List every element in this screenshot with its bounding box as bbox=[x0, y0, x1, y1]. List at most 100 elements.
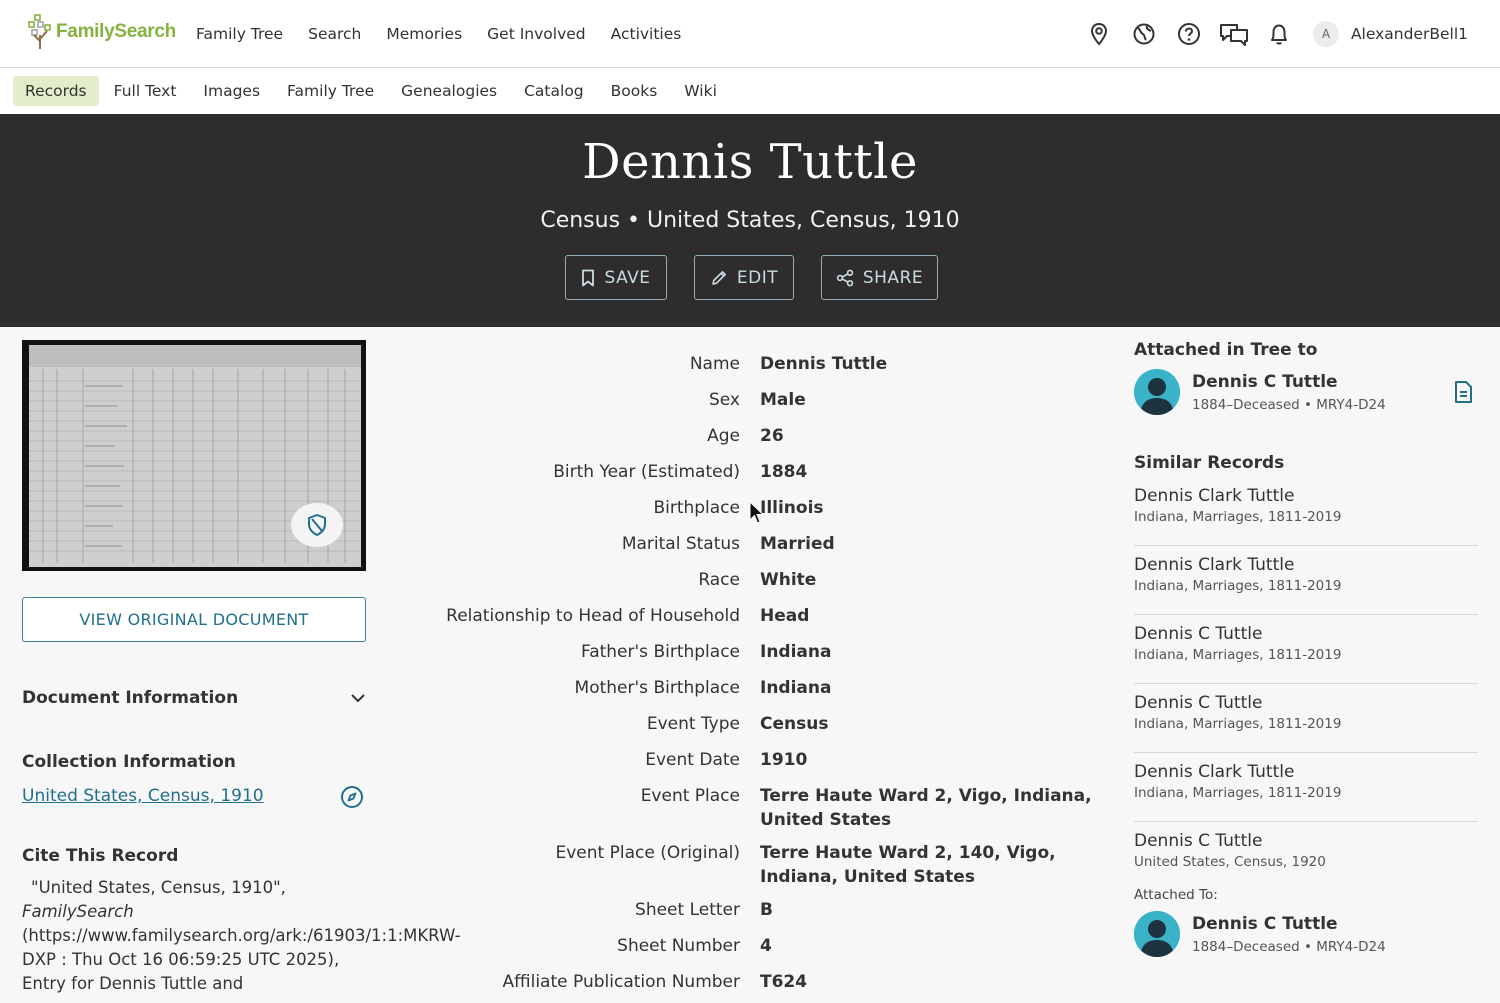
person-avatar bbox=[1134, 911, 1180, 957]
bell-icon[interactable] bbox=[1264, 19, 1294, 49]
nav-family-tree[interactable]: Family Tree bbox=[196, 25, 283, 43]
similar-record-meta: Indiana, Marriages, 1811-2019 bbox=[1134, 716, 1342, 732]
field-value: Married bbox=[760, 534, 835, 554]
share-label: SHARE bbox=[862, 267, 924, 288]
field-value: Indiana bbox=[760, 642, 832, 662]
records-subnav: Records Full Text Images Family Tree Gen… bbox=[0, 68, 1500, 114]
subnav-images[interactable]: Images bbox=[191, 76, 272, 106]
field-label: Race bbox=[698, 570, 740, 590]
user-avatar[interactable]: A bbox=[1312, 21, 1339, 47]
field-label: Birthplace bbox=[653, 498, 740, 518]
attached-person-meta: 1884–Deceased • MRY4-D24 bbox=[1192, 396, 1386, 413]
similar-record-name[interactable]: Dennis C Tuttle bbox=[1134, 624, 1478, 644]
attached-person-name[interactable]: Dennis C Tuttle bbox=[1192, 372, 1386, 392]
field-value: Census bbox=[760, 714, 829, 734]
nav-get-involved[interactable]: Get Involved bbox=[487, 25, 585, 43]
subnav-full-text[interactable]: Full Text bbox=[102, 76, 189, 106]
subnav-wiki[interactable]: Wiki bbox=[672, 76, 729, 106]
location-pin-icon[interactable] bbox=[1084, 19, 1114, 49]
similar-record-item[interactable]: Dennis Clark Tuttle Indiana, Marriages, … bbox=[1134, 753, 1478, 822]
restricted-badge[interactable] bbox=[291, 503, 343, 547]
subnav-genealogies[interactable]: Genealogies bbox=[389, 76, 509, 106]
field-value: B bbox=[760, 900, 773, 920]
subnav-family-tree[interactable]: Family Tree bbox=[275, 76, 386, 106]
field-value: 1884 bbox=[760, 462, 808, 482]
subnav-books[interactable]: Books bbox=[599, 76, 670, 106]
attached-to-person-card[interactable]: Dennis C Tuttle 1884–Deceased • MRY4-D24 bbox=[1134, 911, 1478, 957]
person-info: Dennis C Tuttle 1884–Deceased • MRY4-D24 bbox=[1192, 372, 1386, 413]
field-label: Event Place bbox=[640, 786, 740, 806]
nav-search[interactable]: Search bbox=[308, 25, 361, 43]
chevron-down-icon bbox=[351, 694, 365, 703]
record-title: Dennis Tuttle bbox=[582, 134, 918, 190]
person-record-icon[interactable] bbox=[1452, 380, 1474, 408]
similar-record-name[interactable]: Dennis C Tuttle bbox=[1134, 831, 1478, 851]
similar-record-item[interactable]: Dennis C Tuttle Indiana, Marriages, 1811… bbox=[1134, 615, 1478, 684]
field-value: T624 bbox=[760, 972, 808, 992]
similar-record-item[interactable]: Dennis C Tuttle Indiana, Marriages, 1811… bbox=[1134, 684, 1478, 753]
field-value: Head bbox=[760, 606, 810, 626]
pencil-icon bbox=[712, 270, 726, 285]
edit-button[interactable]: EDIT bbox=[694, 255, 794, 300]
collection-link[interactable]: United States, Census, 1910 bbox=[22, 786, 264, 806]
bookmark-icon bbox=[582, 269, 595, 286]
username[interactable]: AlexanderBell1 bbox=[1351, 25, 1468, 43]
person-avatar bbox=[1134, 369, 1180, 415]
view-original-document-button[interactable]: VIEW ORIGINAL DOCUMENT bbox=[22, 597, 366, 642]
citation-text: "United States, Census, 1910", FamilySea… bbox=[22, 876, 461, 996]
field-label: Birth Year (Estimated) bbox=[553, 462, 740, 482]
attached-person-card[interactable]: Dennis C Tuttle 1884–Deceased • MRY4-D24 bbox=[1134, 369, 1478, 415]
nav-memories[interactable]: Memories bbox=[386, 25, 462, 43]
record-image-thumbnail[interactable] bbox=[22, 340, 366, 571]
male-silhouette-icon bbox=[1134, 369, 1180, 415]
citation-source: FamilySearch bbox=[22, 902, 134, 921]
field-value: White bbox=[760, 570, 817, 590]
male-silhouette-icon bbox=[1134, 911, 1180, 957]
main-nav: Family Tree Search Memories Get Involved… bbox=[196, 0, 706, 68]
field-value: Terre Haute Ward 2, 140, Vigo, Indiana, … bbox=[760, 843, 1056, 887]
citation-line-1: "United States, Census, 1910", bbox=[31, 878, 286, 897]
similar-record-item[interactable]: Dennis Clark Tuttle Indiana, Marriages, … bbox=[1134, 546, 1478, 615]
subnav-records[interactable]: Records bbox=[13, 76, 99, 106]
field-label: Mother's Birthplace bbox=[574, 678, 740, 698]
share-button[interactable]: SHARE bbox=[821, 255, 938, 300]
document-information-heading: Document Information bbox=[22, 688, 239, 708]
edit-label: EDIT bbox=[736, 267, 779, 288]
similar-records-list: Dennis Clark Tuttle Indiana, Marriages, … bbox=[1134, 477, 1478, 891]
document-information-toggle[interactable]: Document Information bbox=[22, 686, 366, 710]
similar-record-meta: Indiana, Marriages, 1811-2019 bbox=[1134, 647, 1342, 663]
field-label: Relationship to Head of Household bbox=[446, 606, 740, 626]
field-value: Dennis Tuttle bbox=[760, 354, 888, 374]
attached-to-person-meta: 1884–Deceased • MRY4-D24 bbox=[1192, 938, 1386, 955]
globe-icon[interactable] bbox=[1129, 19, 1159, 49]
similar-record-meta: Indiana, Marriages, 1811-2019 bbox=[1134, 509, 1342, 525]
field-value: 4 bbox=[760, 936, 772, 956]
subnav-catalog[interactable]: Catalog bbox=[512, 76, 596, 106]
similar-records-heading: Similar Records bbox=[1134, 453, 1285, 473]
tree-logo-icon bbox=[28, 14, 51, 49]
save-label: SAVE bbox=[604, 267, 651, 288]
similar-record-name[interactable]: Dennis Clark Tuttle bbox=[1134, 762, 1478, 782]
chat-icon[interactable] bbox=[1219, 19, 1249, 49]
compass-icon[interactable] bbox=[340, 785, 364, 813]
field-value: Indiana bbox=[760, 678, 832, 698]
utility-nav: A AlexanderBell1 bbox=[1084, 0, 1500, 68]
similar-record-item[interactable]: Dennis C Tuttle United States, Census, 1… bbox=[1134, 822, 1478, 891]
attached-to-person-name[interactable]: Dennis C Tuttle bbox=[1192, 914, 1386, 934]
similar-record-name[interactable]: Dennis Clark Tuttle bbox=[1134, 486, 1478, 506]
person-info: Dennis C Tuttle 1884–Deceased • MRY4-D24 bbox=[1192, 914, 1386, 955]
similar-record-name[interactable]: Dennis Clark Tuttle bbox=[1134, 555, 1478, 575]
familysearch-logo[interactable]: FamilySearch bbox=[26, 12, 176, 52]
record-subtitle: Census • United States, Census, 1910 bbox=[540, 208, 960, 233]
similar-record-meta: Indiana, Marriages, 1811-2019 bbox=[1134, 785, 1342, 801]
similar-record-meta: Indiana, Marriages, 1811-2019 bbox=[1134, 578, 1342, 594]
brand-name: FamilySearch bbox=[56, 21, 176, 42]
save-button[interactable]: SAVE bbox=[565, 255, 667, 300]
similar-record-name[interactable]: Dennis C Tuttle bbox=[1134, 693, 1478, 713]
help-icon[interactable] bbox=[1174, 19, 1204, 49]
field-label: Name bbox=[689, 354, 740, 374]
similar-record-item[interactable]: Dennis Clark Tuttle Indiana, Marriages, … bbox=[1134, 477, 1478, 546]
record-hero: Dennis Tuttle Census • United States, Ce… bbox=[0, 114, 1500, 327]
nav-activities[interactable]: Activities bbox=[611, 25, 682, 43]
field-value: 1910 bbox=[760, 750, 808, 770]
